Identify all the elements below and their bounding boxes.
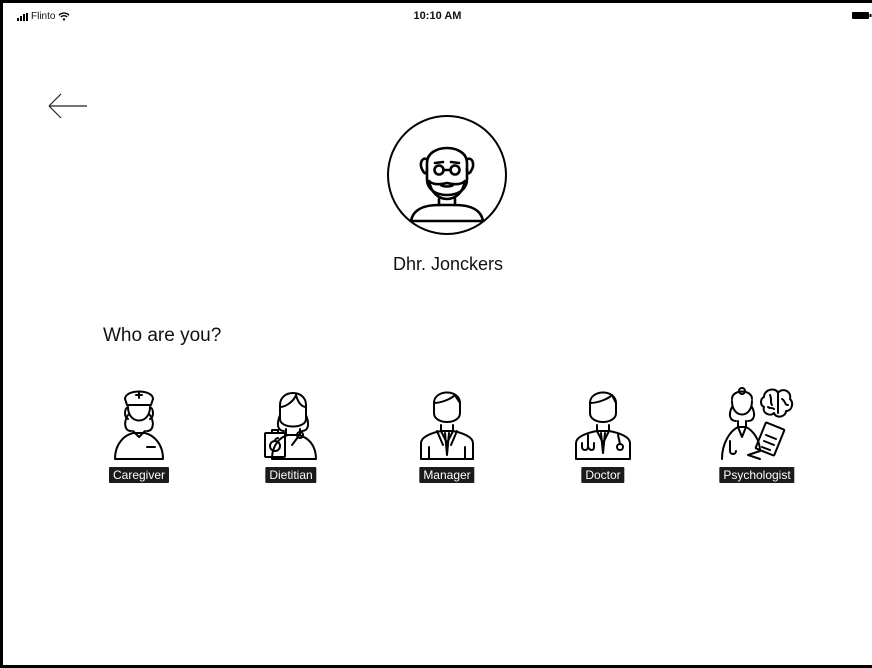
nurse-icon [114,390,164,460]
status-bar: Flinto 10:10 AM [3,3,872,27]
resident-avatar [387,115,507,235]
role-caregiver[interactable]: Caregiver [79,385,199,489]
manager-icon [420,391,474,460]
psychologist-icon [721,387,794,460]
resident-name: Dhr. Jonckers [392,254,504,274]
role-manager[interactable]: Manager [387,385,507,489]
role-dietitian[interactable]: Dietitian [231,385,351,489]
role-doctor[interactable]: Doctor [543,385,663,489]
role-label-psychologist: Psychologist [719,467,795,483]
who-are-you-prompt: Who are you? [103,325,222,346]
back-arrow-icon[interactable] [47,93,89,119]
role-psychologist[interactable]: Psychologist [697,385,817,489]
role-label-caregiver: Caregiver [108,467,170,483]
doctor-icon [575,391,631,460]
role-label-dietitian: Dietitian [265,467,317,483]
role-label-manager: Manager [419,467,475,483]
dietitian-icon [264,392,317,460]
elderly-man-icon [409,146,485,223]
role-label-doctor: Doctor [581,467,625,483]
tablet-screen: Flinto 10:10 AM Dhr. Jonckers Who are yo… [0,0,872,668]
battery-icon [852,12,872,19]
status-time: 10:10 AM [413,10,462,22]
